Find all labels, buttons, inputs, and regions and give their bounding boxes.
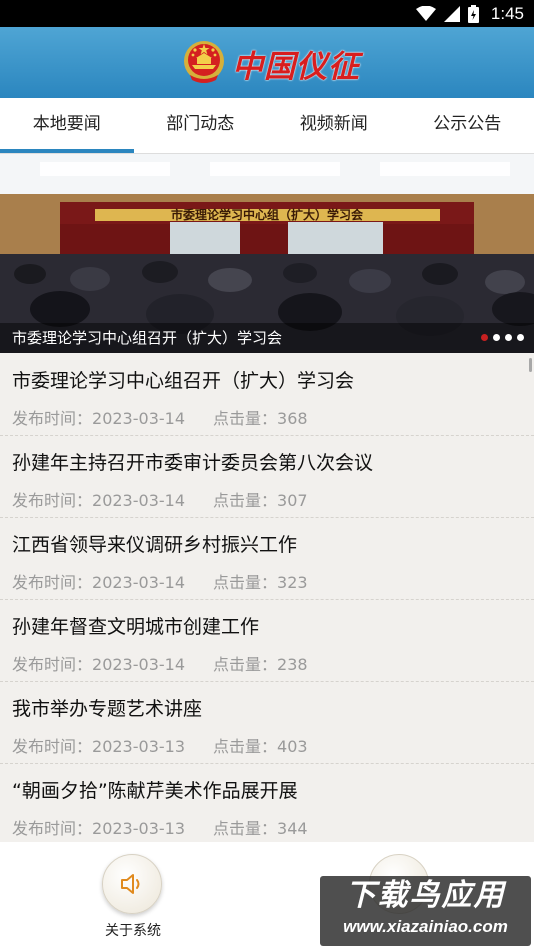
news-date: 发布时间：2023-03-14 — [12, 491, 185, 510]
tab-department-news[interactable]: 部门动态 — [134, 98, 268, 153]
national-emblem-icon — [184, 41, 224, 83]
tab-video-news[interactable]: 视频新闻 — [267, 98, 401, 153]
tab-local-news[interactable]: 本地要闻 — [0, 98, 134, 153]
news-title: 江西省领导来仪调研乡村振兴工作 — [12, 534, 298, 556]
list-scrollbar[interactable] — [529, 358, 532, 372]
carousel-dot[interactable] — [481, 334, 488, 341]
banner-slide-heading: 市委理论学习中心组（扩大）学习会 — [170, 208, 363, 222]
news-clicks: 点击量：238 — [213, 655, 308, 674]
wifi-icon — [415, 6, 436, 21]
status-time: 1:45 — [490, 4, 524, 23]
watermark-url: www.xiazainiao.com — [343, 917, 508, 936]
status-bar: 1:45 — [0, 0, 534, 27]
news-clicks: 点击量：307 — [213, 491, 308, 510]
about-system-label: 关于系统 — [105, 923, 161, 939]
about-system-button[interactable]: 关于系统 — [102, 854, 164, 940]
news-meta: 发布时间：2023-03-13 点击量：403 — [12, 733, 522, 757]
carousel-dot[interactable] — [517, 334, 524, 341]
news-title: 孙建年督查文明城市创建工作 — [12, 616, 260, 638]
signal-icon — [443, 6, 460, 22]
news-date: 发布时间：2023-03-13 — [12, 737, 185, 756]
app-brand-title: 中国仪征 — [232, 49, 360, 85]
news-title: “朝画夕拾”陈献芹美术作品展开展 — [12, 780, 298, 802]
watermark-text: 下载鸟应用 — [345, 878, 506, 913]
news-meta: 发布时间：2023-03-14 点击量：238 — [12, 651, 522, 675]
tab-announcements[interactable]: 公示公告 — [401, 98, 534, 153]
news-item[interactable]: 孙建年主持召开市委审计委员会第八次会议 发布时间：2023-03-14 点击量：… — [0, 436, 534, 518]
news-title: 我市举办专题艺术讲座 — [12, 698, 203, 720]
news-clicks: 点击量：403 — [213, 737, 308, 756]
news-clicks: 点击量：323 — [213, 573, 308, 592]
category-tabs: 本地要闻 部门动态 视频新闻 公示公告 — [0, 98, 534, 154]
news-date: 发布时间：2023-03-14 — [12, 573, 185, 592]
news-item[interactable]: 孙建年督查文明城市创建工作 发布时间：2023-03-14 点击量：238 — [0, 600, 534, 682]
news-meta: 发布时间：2023-03-13 点击量：344 — [12, 815, 522, 839]
carousel-dot[interactable] — [493, 334, 500, 341]
news-clicks: 点击量：344 — [213, 819, 308, 838]
about-circle — [102, 854, 162, 914]
news-meta: 发布时间：2023-03-14 点击量：368 — [12, 405, 522, 429]
banner-carousel[interactable]: 市委理论学习中心组（扩大）学习会 市委理论学习中心组召开（扩大）学习会 — [0, 154, 534, 353]
news-item[interactable]: 市委理论学习中心组召开（扩大）学习会 发布时间：2023-03-14 点击量：3… — [0, 354, 534, 436]
status-icons: 1:45 — [415, 3, 524, 25]
news-date: 发布时间：2023-03-14 — [12, 409, 185, 428]
news-item[interactable]: 我市举办专题艺术讲座 发布时间：2023-03-13 点击量：403 — [0, 682, 534, 764]
news-title: 孙建年主持召开市委审计委员会第八次会议 — [12, 452, 374, 474]
news-meta: 发布时间：2023-03-14 点击量：323 — [12, 569, 522, 593]
carousel-dots — [481, 334, 524, 341]
speaker-icon — [121, 874, 140, 894]
news-item[interactable]: “朝画夕拾”陈献芹美术作品展开展 发布时间：2023-03-13 点击量：344 — [0, 764, 534, 846]
news-list: 市委理论学习中心组召开（扩大）学习会 发布时间：2023-03-14 点击量：3… — [0, 354, 534, 846]
carousel-dot[interactable] — [505, 334, 512, 341]
news-meta: 发布时间：2023-03-14 点击量：307 — [12, 487, 522, 511]
news-title: 市委理论学习中心组召开（扩大）学习会 — [12, 370, 355, 392]
battery-icon — [467, 5, 479, 23]
watermark-logo: 下载鸟应用 www.xiazainiao.com — [320, 876, 531, 946]
news-date: 发布时间：2023-03-14 — [12, 655, 185, 674]
banner-caption: 市委理论学习中心组召开（扩大）学习会 — [0, 323, 534, 353]
news-date: 发布时间：2023-03-13 — [12, 819, 185, 838]
news-item[interactable]: 江西省领导来仪调研乡村振兴工作 发布时间：2023-03-14 点击量：323 — [0, 518, 534, 600]
news-clicks: 点击量：368 — [213, 409, 308, 428]
app-header: 中国仪征 — [0, 27, 534, 98]
